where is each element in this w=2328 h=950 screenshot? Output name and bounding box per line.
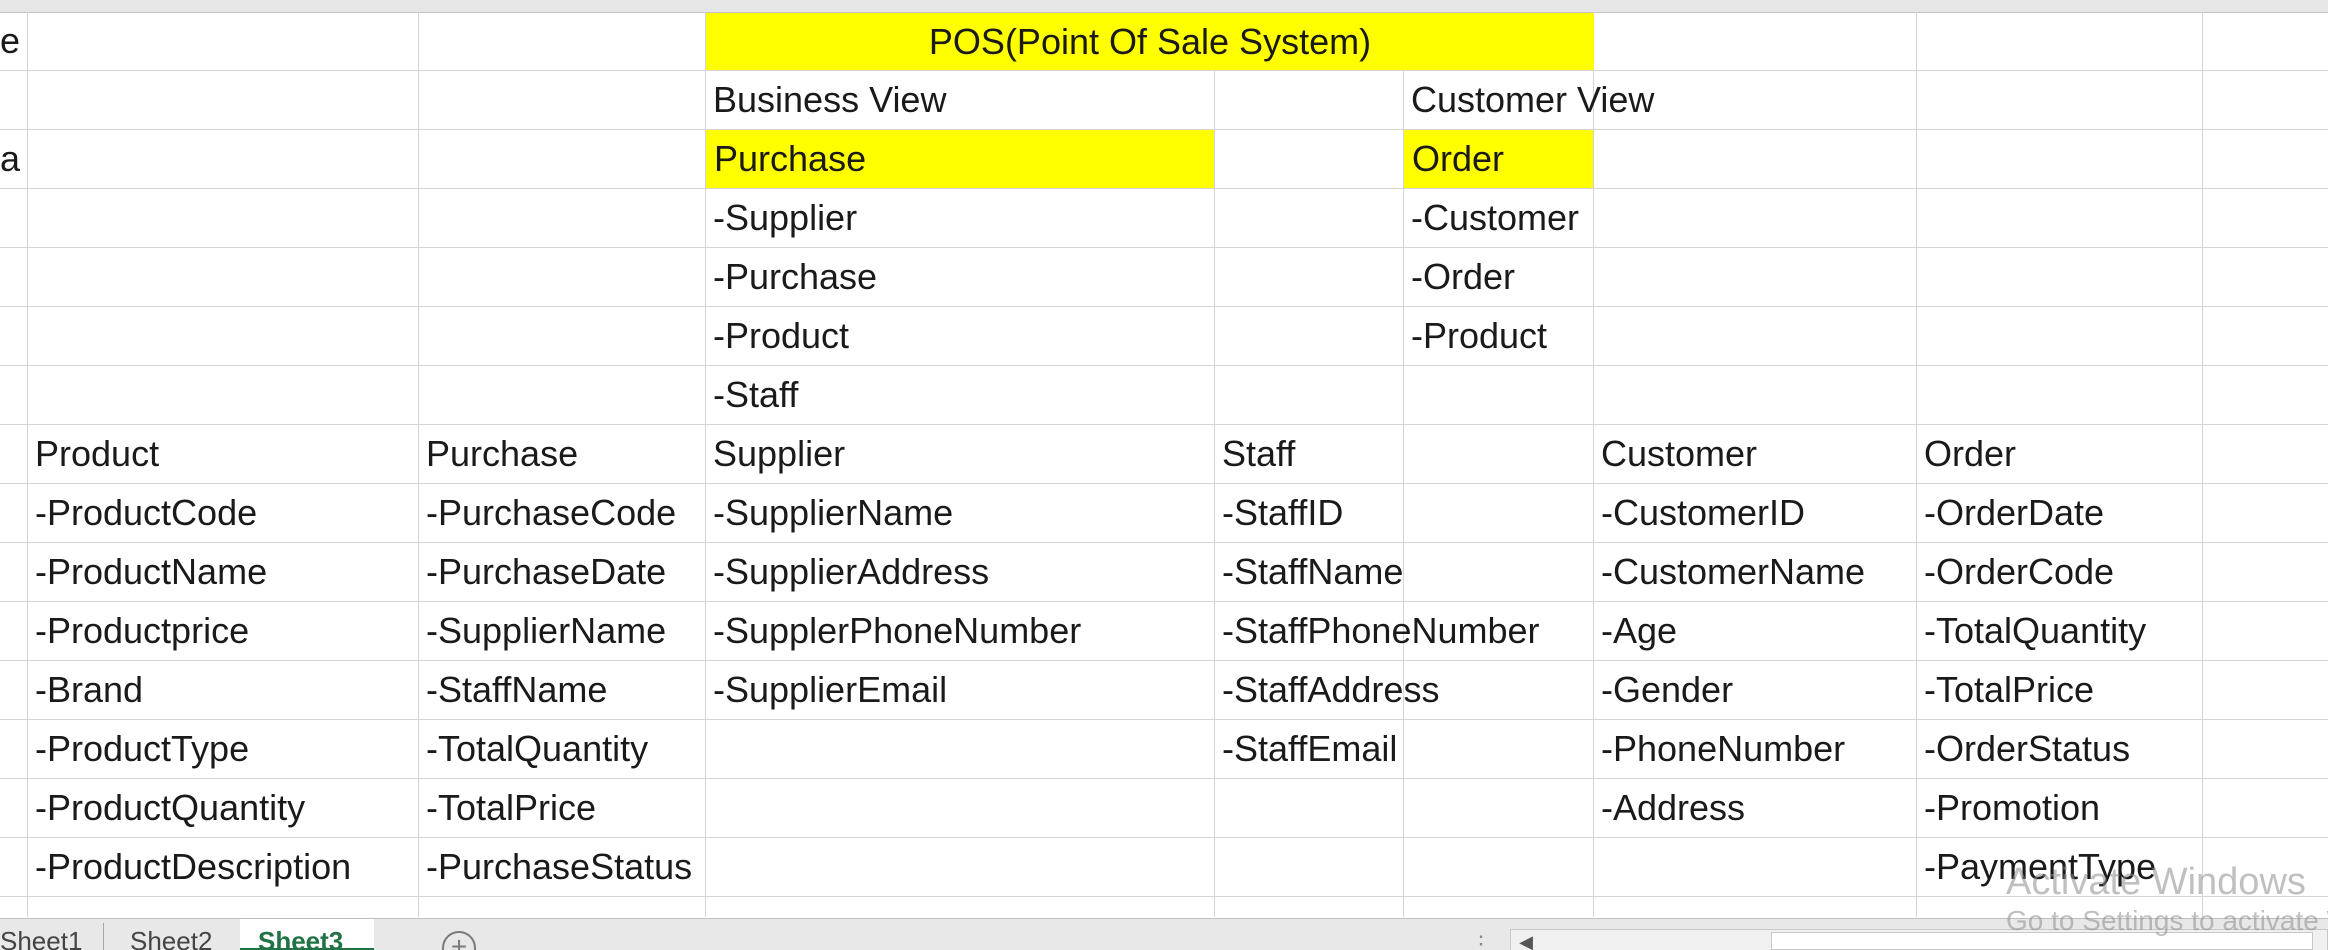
tab-split-handle-icon[interactable]: ⋮ (1470, 931, 1492, 950)
entity-header-staff[interactable]: Staff (1214, 425, 1403, 483)
entity-field[interactable]: -SupplierName (705, 484, 1214, 542)
column-header-strip (0, 0, 2328, 13)
entity-field[interactable]: -ProductQuantity (27, 779, 418, 837)
entity-header-supplier[interactable]: Supplier (705, 425, 1214, 483)
entity-field[interactable]: -TotalQuantity (1916, 602, 2202, 660)
business-view-item[interactable]: -Purchase (705, 248, 1214, 306)
entity-field[interactable]: -SupplierEmail (705, 661, 1214, 719)
entity-field[interactable]: -StaffName (1214, 543, 1403, 601)
entity-field[interactable]: -Brand (27, 661, 418, 719)
entity-field[interactable]: -TotalPrice (418, 779, 705, 837)
gridline-vertical (2202, 12, 2203, 917)
entity-field[interactable]: -StaffID (1214, 484, 1403, 542)
entity-field[interactable]: -TotalPrice (1916, 661, 2202, 719)
entity-field[interactable]: -CustomerName (1593, 543, 1916, 601)
tab-sheet1[interactable]: Sheet1 (0, 919, 102, 950)
entity-field[interactable]: -ProductCode (27, 484, 418, 542)
worksheet-grid[interactable]: e a POS(Point Of Sale System) Business V… (0, 0, 2328, 920)
entity-header-purchase[interactable]: Purchase (418, 425, 705, 483)
scrollbar-thumb[interactable] (1771, 932, 2313, 950)
business-view-item[interactable]: -Staff (705, 366, 1214, 424)
clipped-cell[interactable]: a (0, 130, 27, 188)
clipped-cell[interactable]: e (0, 12, 27, 70)
customer-view-heading[interactable]: Customer View (1403, 71, 1654, 129)
entity-field[interactable]: -StaffPhoneNumber (1214, 602, 1540, 660)
entity-field[interactable]: -PurchaseCode (418, 484, 705, 542)
business-view-heading[interactable]: Business View (705, 71, 1214, 129)
entity-field[interactable]: -Age (1593, 602, 1916, 660)
entity-field[interactable]: -StaffEmail (1214, 720, 1403, 778)
entity-field[interactable]: -SupplierName (418, 602, 705, 660)
pos-title-banner[interactable]: POS(Point Of Sale System) (706, 13, 1594, 70)
entity-field[interactable]: -Gender (1593, 661, 1916, 719)
entity-field[interactable]: -ProductName (27, 543, 418, 601)
add-sheet-icon[interactable]: + (442, 931, 476, 950)
entity-field[interactable]: -TotalQuantity (418, 720, 705, 778)
entity-field[interactable]: -StaffName (418, 661, 705, 719)
business-view-highlight[interactable]: Purchase (706, 130, 1214, 188)
scroll-left-icon[interactable]: ◀ (1511, 930, 1541, 950)
customer-view-item[interactable]: -Order (1403, 248, 1593, 306)
entity-header-order[interactable]: Order (1916, 425, 2202, 483)
tab-sheet2[interactable]: Sheet2 (112, 919, 236, 950)
tab-separator (103, 923, 104, 950)
sheet-tab-bar: Sheet1 Sheet2 Sheet3 + ⋮ ◀ (0, 918, 2328, 950)
horizontal-scrollbar[interactable]: ◀ (1510, 929, 2328, 950)
gridline-horizontal (0, 896, 2328, 897)
entity-field[interactable]: -OrderStatus (1916, 720, 2202, 778)
entity-field[interactable]: -Promotion (1916, 779, 2202, 837)
entity-field[interactable]: -ProductDescription (27, 838, 418, 896)
entity-field[interactable]: -StaffAddress (1214, 661, 1439, 719)
entity-field[interactable]: -Productprice (27, 602, 418, 660)
customer-view-item[interactable]: -Product (1403, 307, 1593, 365)
entity-field[interactable]: -PaymentType (1916, 838, 2202, 896)
entity-field[interactable]: -OrderDate (1916, 484, 2202, 542)
entity-field[interactable]: -PhoneNumber (1593, 720, 1916, 778)
entity-header-product[interactable]: Product (27, 425, 418, 483)
entity-header-customer[interactable]: Customer (1593, 425, 1916, 483)
entity-field[interactable]: -SupplerPhoneNumber (705, 602, 1214, 660)
customer-view-item[interactable]: -Customer (1403, 189, 1593, 247)
business-view-item[interactable]: -Supplier (705, 189, 1214, 247)
entity-field[interactable]: -OrderCode (1916, 543, 2202, 601)
entity-field[interactable]: -CustomerID (1593, 484, 1916, 542)
spreadsheet-window: e a POS(Point Of Sale System) Business V… (0, 0, 2328, 950)
customer-view-highlight[interactable]: Order (1404, 130, 1593, 188)
business-view-item[interactable]: -Product (705, 307, 1214, 365)
entity-field[interactable]: -PurchaseDate (418, 543, 705, 601)
entity-field[interactable]: -Address (1593, 779, 1916, 837)
entity-field[interactable]: -PurchaseStatus (418, 838, 705, 896)
entity-field[interactable]: -ProductType (27, 720, 418, 778)
tab-sheet3[interactable]: Sheet3 (240, 919, 374, 950)
entity-field[interactable]: -SupplierAddress (705, 543, 1214, 601)
